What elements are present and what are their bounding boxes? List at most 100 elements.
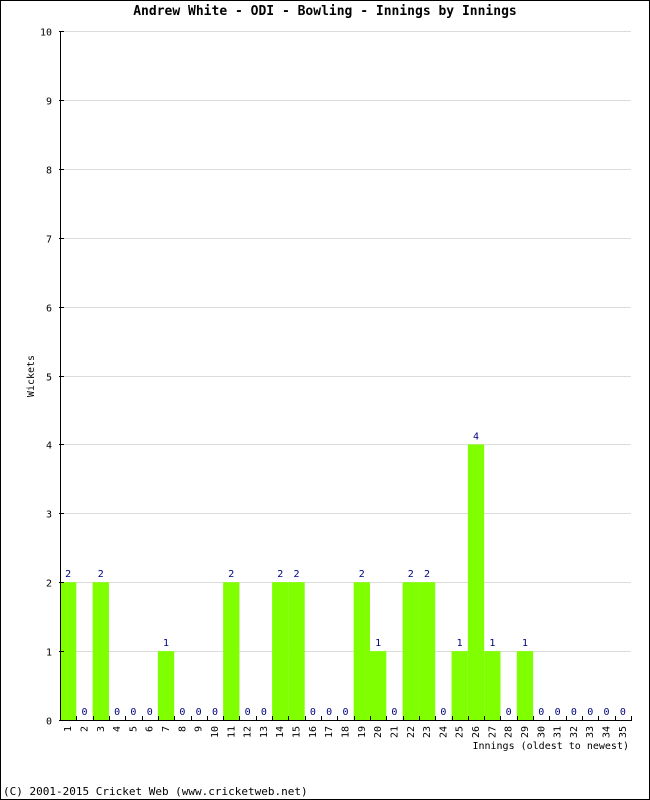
value-label: 1 — [375, 638, 381, 649]
value-label: 0 — [555, 707, 561, 718]
x-tick-label: 25 — [455, 726, 466, 738]
x-tick-label: 12 — [243, 726, 254, 738]
value-label: 1 — [522, 638, 528, 649]
x-tick-label: 35 — [618, 726, 629, 738]
x-tick-label: 3 — [96, 726, 107, 732]
value-label: 0 — [571, 707, 577, 718]
x-tick-label: 21 — [389, 726, 400, 738]
bar — [223, 582, 240, 720]
x-tick-label: 17 — [324, 726, 335, 738]
value-label: 0 — [310, 707, 316, 718]
bar — [418, 582, 436, 720]
x-tick-label: 27 — [487, 726, 498, 738]
x-tick-label: 34 — [602, 726, 613, 738]
gridlines — [60, 31, 631, 652]
value-label: 0 — [261, 707, 267, 718]
x-tick-label: 4 — [112, 726, 123, 732]
bar — [402, 582, 419, 720]
x-tick-label: 26 — [471, 726, 482, 738]
y-tick-label: 7 — [46, 235, 52, 246]
value-label: 0 — [506, 707, 512, 718]
x-tick-label: 6 — [145, 726, 156, 732]
value-label: 0 — [604, 707, 610, 718]
y-tick-label: 6 — [46, 304, 52, 315]
y-axis-label: Wickets — [26, 355, 37, 397]
x-tick-label: 14 — [275, 726, 286, 738]
y-tick-label: 8 — [46, 166, 52, 177]
value-label: 1 — [457, 638, 463, 649]
y-tick-label: 0 — [46, 717, 52, 728]
x-tick-label: 24 — [438, 726, 449, 738]
x-tick-label: 30 — [536, 726, 547, 738]
x-tick-label: 32 — [569, 726, 580, 738]
value-label: 0 — [81, 707, 87, 718]
value-label: 0 — [212, 707, 218, 718]
bar-chart: 2020 0 010 0 020 02 20 0 02102 20141010 0 0 0 0 0 0123… — [26, 28, 632, 752]
bar — [92, 582, 109, 720]
x-tick-labels: 1 2 3 4 5 6 7 8 9 10 11 12 13 14 15 16 17 18 19 20 21 22 23 24 2… — [63, 726, 629, 738]
value-label: 2 — [228, 569, 234, 580]
bar — [451, 651, 468, 720]
x-tick-label: 19 — [357, 726, 368, 738]
value-label: 0 — [147, 707, 153, 718]
x-tick-label: 2 — [79, 726, 90, 732]
value-label: 0 — [196, 707, 202, 718]
bar — [353, 582, 370, 720]
value-label: 2 — [359, 569, 365, 580]
x-tick-label: 22 — [406, 726, 417, 738]
value-label: 0 — [326, 707, 332, 718]
value-label: 2 — [98, 569, 104, 580]
y-tick-label: 1 — [46, 648, 52, 659]
x-tick-label: 20 — [373, 726, 384, 738]
y-tick-label: 2 — [46, 579, 52, 590]
value-label: 1 — [489, 638, 495, 649]
x-tick-label: 10 — [210, 726, 221, 738]
value-label: 0 — [538, 707, 544, 718]
bar — [369, 651, 387, 720]
x-tick-label: 5 — [128, 726, 139, 732]
y-tick-label: 5 — [46, 373, 52, 384]
value-label: 1 — [163, 638, 169, 649]
x-tick-label: 15 — [292, 726, 303, 738]
value-label: 0 — [179, 707, 185, 718]
bar — [484, 651, 501, 720]
x-tick-label: 33 — [585, 726, 596, 738]
bar — [272, 582, 289, 720]
value-label: 4 — [473, 431, 479, 442]
x-tick-label: 18 — [341, 726, 352, 738]
x-tick-label: 16 — [308, 726, 319, 738]
value-label: 2 — [408, 569, 414, 580]
copyright-footer: (C) 2001-2015 Cricket Web (www.cricketwe… — [3, 785, 308, 798]
value-label: 0 — [342, 707, 348, 718]
y-tick-label: 9 — [46, 97, 52, 108]
y-tick-labels: 0 1 2 3 4 5 6 7 8 9 10 — [40, 28, 52, 728]
value-label: 0 — [114, 707, 120, 718]
value-label: 2 — [65, 569, 71, 580]
x-tick-label: 8 — [177, 726, 188, 732]
value-label: 2 — [277, 569, 283, 580]
x-tick-label: 28 — [504, 726, 515, 738]
bar — [288, 582, 305, 720]
x-tick-label: 13 — [259, 726, 270, 738]
value-label: 2 — [424, 569, 430, 580]
y-tick-label: 3 — [46, 510, 52, 521]
value-label: 0 — [130, 707, 136, 718]
x-tick-label: 1 — [63, 726, 74, 732]
bar — [467, 444, 485, 720]
x-tick-label: 31 — [553, 726, 564, 738]
value-label: 0 — [245, 707, 251, 718]
x-tick-label: 29 — [520, 726, 531, 738]
bar — [516, 651, 534, 720]
y-tick-label: 10 — [40, 28, 52, 39]
value-label: 0 — [440, 707, 446, 718]
y-tick-label: 4 — [46, 441, 52, 452]
value-label: 0 — [391, 707, 397, 718]
x-tick-label: 11 — [226, 726, 237, 738]
value-label: 0 — [587, 707, 593, 718]
value-label: 0 — [620, 707, 626, 718]
bar — [157, 651, 175, 720]
x-tick-label: 23 — [422, 726, 433, 738]
x-axis-label: Innings (oldest to newest) — [472, 741, 629, 752]
x-tick-label: 9 — [194, 726, 205, 732]
x-tick-label: 7 — [161, 726, 172, 732]
